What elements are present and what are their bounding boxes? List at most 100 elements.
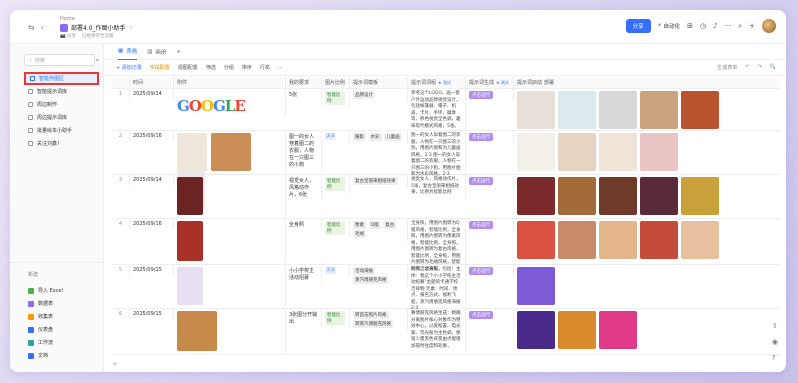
tab-gallery[interactable]: ▥ 画册 xyxy=(147,44,166,60)
generate-form-button[interactable]: 生成表单 xyxy=(717,64,737,71)
attachment-thumb[interactable] xyxy=(210,133,251,171)
share-button[interactable]: 分享 xyxy=(625,19,651,33)
generated-image-thumb[interactable] xyxy=(517,91,555,129)
attachment-thumb[interactable] xyxy=(177,177,203,215)
generated-image-thumb[interactable] xyxy=(558,221,596,259)
generated-image-thumb[interactable] xyxy=(681,221,719,259)
new-datatable[interactable]: 数据表 xyxy=(10,297,103,310)
cell-request[interactable]: 小小学校主活动招募 xyxy=(286,265,322,283)
attachment-thumb[interactable] xyxy=(177,267,203,305)
add-record-button[interactable]: + 添加记录 xyxy=(116,64,142,71)
run-button[interactable]: 点击运行 xyxy=(469,133,493,141)
cell-ratio[interactable]: 智能比例 xyxy=(322,89,350,108)
run-button[interactable]: 点击运行 xyxy=(469,177,493,185)
sidebar-search-input[interactable]: ⌕ 搜索 xyxy=(24,54,95,66)
generated-image-thumb[interactable] xyxy=(558,311,596,349)
add-view-button[interactable]: + xyxy=(176,44,181,60)
logo-attachment[interactable]: GOOGLE xyxy=(177,91,246,115)
bell-icon[interactable]: ♪ xyxy=(713,22,717,30)
cell-request[interactable]: 全身照 xyxy=(286,219,322,230)
cell-attachment[interactable] xyxy=(174,219,286,263)
attachment-thumb[interactable] xyxy=(177,133,207,171)
swap-icon[interactable]: ⇆ xyxy=(28,23,35,32)
sidebar-item-prompt-library[interactable]: 智能提示词库 xyxy=(24,85,99,98)
sort-button[interactable]: 排序 xyxy=(242,64,252,71)
breadcrumb[interactable]: Home xyxy=(60,16,134,22)
cell-template[interactable]: 品牌设计 xyxy=(350,89,408,102)
header-request[interactable]: 我的要求 xyxy=(286,77,322,89)
cell-ratio[interactable]: 智能比例 xyxy=(322,309,350,328)
more-button[interactable]: ··· xyxy=(278,65,283,71)
cell-request[interactable]: 图一的女人穿着图二的衣服，人物在一只图三的小狗 xyxy=(286,131,322,170)
generated-image-thumb[interactable] xyxy=(517,133,555,171)
new-import-excel[interactable]: 导入 Excel xyxy=(10,284,103,297)
cell-date[interactable]: 2025/09/14 xyxy=(130,175,174,185)
cell-ratio[interactable]: 2:3 xyxy=(322,265,350,277)
cell-request[interactable]: 5张 xyxy=(286,89,322,100)
cell-template[interactable]: 活动海报 蒸汽博朋克风格 xyxy=(350,265,408,287)
generated-image-thumb[interactable] xyxy=(517,221,555,259)
sidebar-item-follow[interactable]: 关注刘鑫！ xyxy=(24,137,99,150)
header-deploy[interactable]: 提示词启动 部署 xyxy=(514,77,780,89)
new-document[interactable]: 文档 xyxy=(10,349,103,362)
table-row[interactable]: 3 2025/09/14 视觉女人，风格动作片，6张 智能比例 复古宝丽来相纸效… xyxy=(112,175,780,219)
generated-image-thumb[interactable] xyxy=(599,133,637,171)
header-ratio[interactable]: 图片比例 xyxy=(322,77,350,89)
cell-attachment[interactable]: GOOGLE xyxy=(174,89,286,117)
table-row[interactable]: 1 2025/09/14 GOOGLE 5张 智能比例 品牌设计 参考这个LOG… xyxy=(112,89,780,132)
generated-image-thumb[interactable] xyxy=(640,91,678,129)
generated-image-thumb[interactable] xyxy=(558,133,596,171)
more-icon[interactable]: ··· xyxy=(725,22,732,30)
header-template[interactable]: 提示词模板 xyxy=(350,77,408,89)
filter-button[interactable]: 筛选 xyxy=(206,64,216,71)
generated-image-thumb[interactable] xyxy=(517,267,555,305)
header-attachment[interactable]: 附件 xyxy=(174,77,286,89)
collapse-sidebar-icon[interactable]: « xyxy=(95,57,99,64)
table-row[interactable]: 5 2025/09/15 小小学校主活动招募 2:3 活动海报 蒸汽博朋克风格 … xyxy=(112,265,780,315)
generated-image-thumb[interactable] xyxy=(640,221,678,259)
sidebar-item-picture-book[interactable]: 批量绘本小助手 xyxy=(24,124,99,137)
attachment-thumb[interactable] xyxy=(177,221,203,261)
upload-icon[interactable]: ⇪ xyxy=(772,322,778,330)
generated-image-thumb[interactable] xyxy=(640,177,678,215)
new-dashboard[interactable]: 仪表盘 xyxy=(10,323,103,336)
view-icon[interactable]: ◉ xyxy=(772,338,778,346)
cell-prompt[interactable]: 制作活动海报，包括：主体：我这个小小学校主活动招募"主题的卡通学校吉祥物 元素：… xyxy=(408,265,466,315)
automation-button[interactable]: ⚡ 自动化 xyxy=(658,22,680,30)
generated-image-thumb[interactable] xyxy=(517,311,555,349)
row-height-button[interactable]: 行高 xyxy=(260,64,270,71)
run-button[interactable]: 点击运行 xyxy=(469,91,493,99)
generated-image-thumb[interactable] xyxy=(558,91,596,129)
cell-date[interactable]: 2025/09/15 xyxy=(130,265,174,275)
cell-prompt[interactable]: 赛博朋克风格生成：精确分离图片核心对象作为特效中心，以宽松置、电光紫、荧光粉为主… xyxy=(408,309,466,352)
cell-ratio[interactable]: 2:3 xyxy=(322,131,350,143)
generated-image-thumb[interactable] xyxy=(599,177,637,215)
split-view-icon[interactable]: ⊞ xyxy=(687,22,693,30)
cell-date[interactable]: 2025/09/15 xyxy=(130,309,174,319)
view-config-button[interactable]: 视图配置 xyxy=(178,64,198,71)
avatar[interactable] xyxy=(762,19,776,33)
generated-image-thumb[interactable] xyxy=(558,177,596,215)
redo-icon[interactable]: ↷ xyxy=(758,64,762,71)
cell-template[interactable]: 摄影 水彩 儿童画 xyxy=(350,131,408,144)
star-icon[interactable]: ☆ xyxy=(129,24,134,31)
generated-image-thumb[interactable] xyxy=(599,91,637,129)
cell-request[interactable]: 视觉女人，风格动作片，6张 xyxy=(286,175,322,200)
group-button[interactable]: 分组 xyxy=(224,64,234,71)
cell-request[interactable]: 3张图分开输出 xyxy=(286,309,322,327)
cell-date[interactable]: 2025/09/14 xyxy=(130,89,174,99)
cell-date[interactable]: 2025/09/16 xyxy=(130,131,174,141)
search-icon[interactable]: 🔍 xyxy=(770,64,776,71)
attachment-thumb[interactable] xyxy=(177,311,217,351)
undo-icon[interactable]: ↶ xyxy=(745,64,749,71)
generated-image-thumb[interactable] xyxy=(681,91,719,129)
page-title[interactable]: 部署4.0_作图小助手 xyxy=(71,23,126,32)
generated-image-thumb[interactable] xyxy=(681,177,719,215)
generated-image-thumb[interactable] xyxy=(599,311,637,349)
sidebar-item-merch-prompts[interactable]: 周边提示词库 xyxy=(24,111,99,124)
run-button[interactable]: 点击运行 xyxy=(469,267,493,275)
cell-attachment[interactable] xyxy=(174,309,286,353)
run-button[interactable]: 点击运行 xyxy=(469,311,493,319)
new-workflow[interactable]: 工作流 xyxy=(10,336,103,349)
generated-image-thumb[interactable] xyxy=(599,221,637,259)
